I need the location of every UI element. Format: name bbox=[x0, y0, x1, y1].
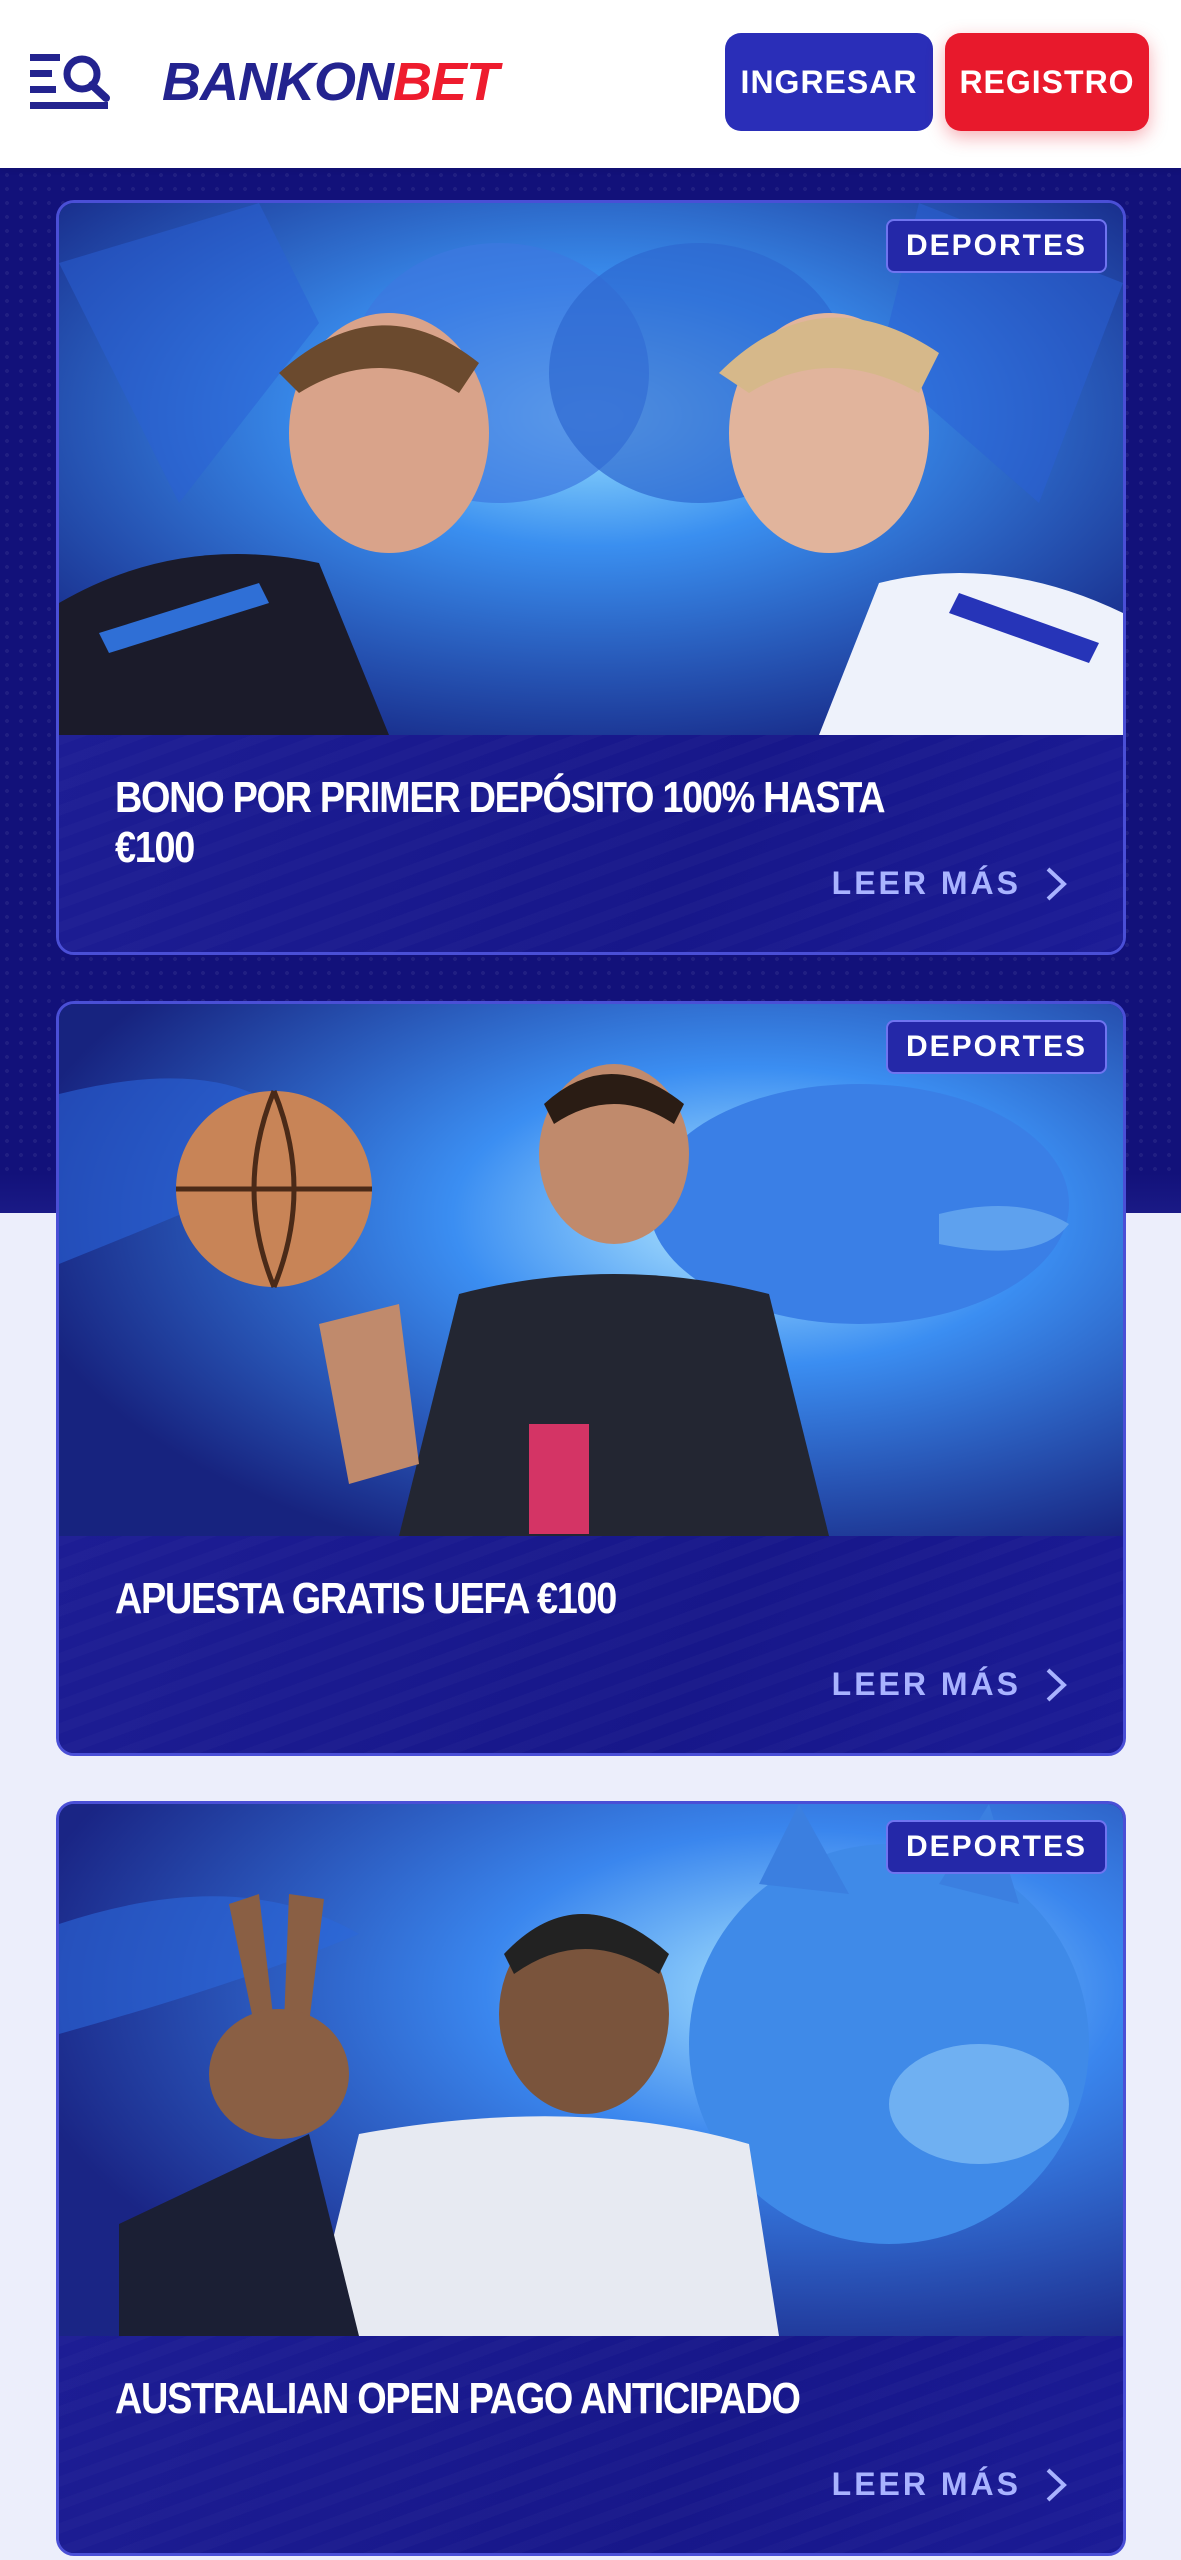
promo-card[interactable]: DEPORTES APUESTA GRATIS UEFA €100 LEER M… bbox=[56, 1001, 1126, 1756]
promo-title: APUESTA GRATIS UEFA €100 bbox=[115, 1574, 617, 1623]
read-more-link[interactable]: LEER MÁS bbox=[832, 865, 1067, 902]
logo-text-bank: BANKON bbox=[162, 52, 394, 112]
read-more-label: LEER MÁS bbox=[831, 2466, 1021, 2502]
promo-title: BONO POR PRIMER DEPÓSITO 100% HASTA €100 bbox=[115, 773, 884, 872]
promo-card-body: AUSTRALIAN OPEN PAGO ANTICIPADO LEER MÁS bbox=[59, 2336, 1123, 2553]
category-badge: DEPORTES bbox=[885, 1820, 1107, 1874]
chevron-right-icon bbox=[1046, 867, 1067, 900]
register-button[interactable]: REGISTRO bbox=[945, 33, 1149, 131]
chevron-right-icon bbox=[1046, 1668, 1067, 1701]
menu-search-icon[interactable] bbox=[30, 50, 112, 112]
promo-image: DEPORTES bbox=[59, 1004, 1123, 1536]
promo-title: AUSTRALIAN OPEN PAGO ANTICIPADO bbox=[115, 2374, 801, 2423]
promo-image: DEPORTES bbox=[59, 203, 1123, 735]
top-header: BANKONBET INGRESAR REGISTRO bbox=[0, 0, 1181, 168]
promo-card[interactable]: DEPORTES AUSTRALIAN OPEN PAGO ANTICIPADO… bbox=[56, 1801, 1126, 2556]
promo-card[interactable]: DEPORTES BONO POR PRIMER DEPÓSITO 100% H… bbox=[56, 200, 1126, 955]
read-more-link[interactable]: LEER MÁS bbox=[832, 1666, 1067, 1703]
read-more-link[interactable]: LEER MÁS bbox=[832, 2466, 1067, 2503]
chevron-right-icon bbox=[1046, 2468, 1067, 2501]
category-badge: DEPORTES bbox=[885, 1020, 1107, 1074]
brand-logo[interactable]: BANKONBET bbox=[162, 52, 499, 112]
promo-card-body: APUESTA GRATIS UEFA €100 LEER MÁS bbox=[59, 1536, 1123, 1753]
read-more-label: LEER MÁS bbox=[831, 865, 1021, 901]
read-more-label: LEER MÁS bbox=[831, 1666, 1021, 1702]
category-badge: DEPORTES bbox=[885, 219, 1107, 273]
login-button[interactable]: INGRESAR bbox=[725, 33, 933, 131]
promo-image: DEPORTES bbox=[59, 1804, 1123, 2336]
logo-text-bet: BET bbox=[393, 52, 499, 112]
promo-card-body: BONO POR PRIMER DEPÓSITO 100% HASTA €100… bbox=[59, 735, 1123, 952]
